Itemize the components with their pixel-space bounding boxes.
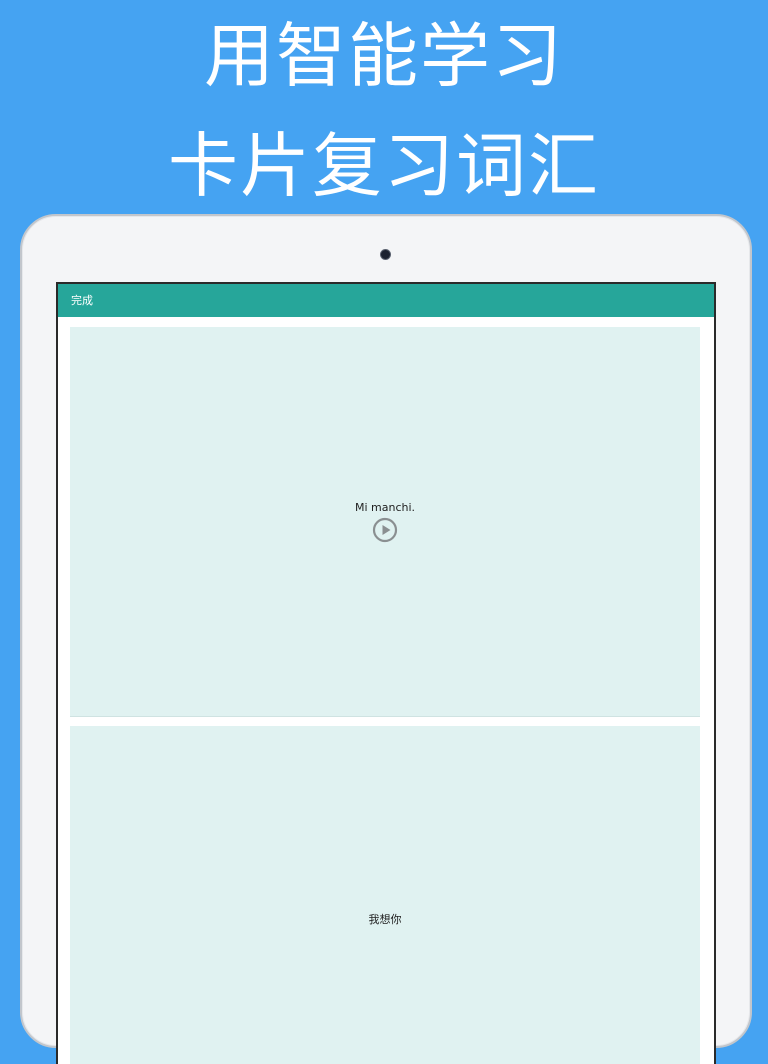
flashcard-back-text: 我想你	[368, 913, 402, 926]
camera-icon	[380, 249, 391, 260]
promo-headline-line-1: 用智能学习	[204, 15, 564, 97]
done-button[interactable]: 完成	[71, 294, 93, 308]
flashcard-front[interactable]: Mi manchi.	[70, 327, 700, 717]
play-circle-icon[interactable]	[372, 517, 398, 543]
promo-headline-line-2: 卡片复习词汇	[168, 125, 600, 207]
app-screen: 完成 Mi manchi. 我想你	[56, 282, 716, 1064]
tablet-frame: 完成 Mi manchi. 我想你	[20, 214, 752, 1064]
flashcard-front-text: Mi manchi.	[354, 501, 416, 514]
app-bar: 完成	[58, 284, 714, 317]
flashcard-back[interactable]: 我想你	[70, 726, 700, 1064]
